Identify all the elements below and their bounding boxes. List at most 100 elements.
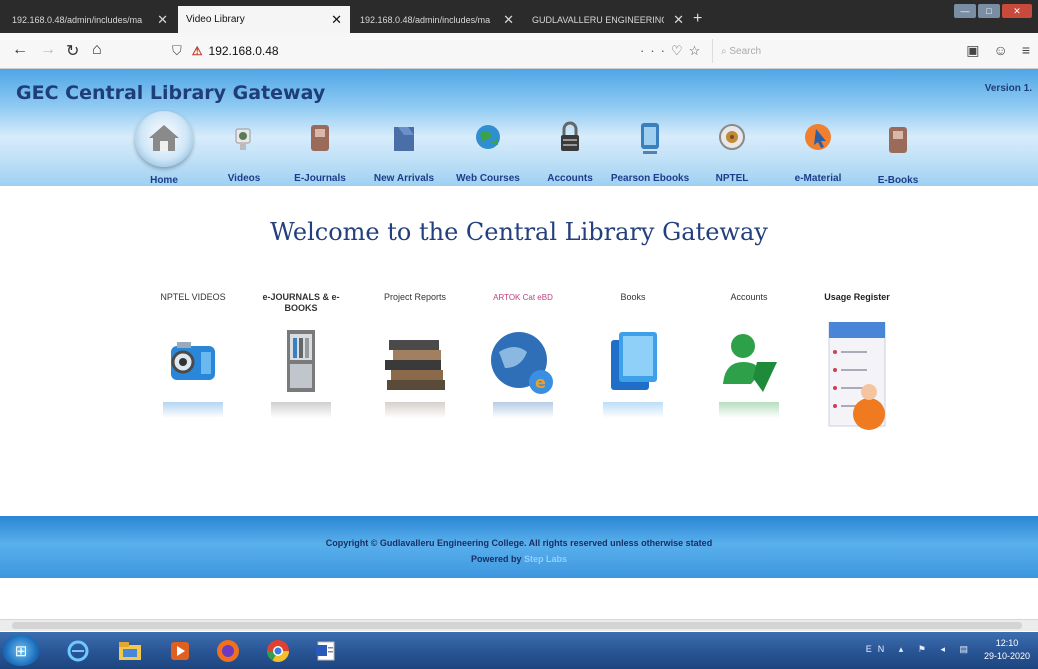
tile-accounts[interactable]: Accounts: [700, 292, 798, 418]
search-placeholder: Search: [729, 45, 762, 57]
tile-reflection: [385, 402, 445, 418]
internet-explorer-icon[interactable]: [58, 635, 98, 666]
nav-e-books[interactable]: E-Books: [858, 119, 938, 186]
library-icon[interactable]: ▣: [966, 42, 979, 59]
nav-nptel[interactable]: NPTEL: [692, 117, 772, 184]
page-footer: Copyright © Gudlavalleru Engineering Col…: [0, 516, 1038, 578]
menu-icon[interactable]: ≡: [1022, 42, 1030, 59]
svg-text:e: e: [535, 373, 546, 392]
system-clock[interactable]: 12:10 29-10-2020: [984, 637, 1030, 663]
tile-catalog[interactable]: ARTOK Cat eBD e: [474, 292, 572, 418]
tile-books[interactable]: Books: [584, 292, 682, 418]
tile-reflection: [603, 402, 663, 418]
register-icon: [821, 321, 893, 432]
tab-title: GUDLAVALLERU ENGINEERING C: [532, 14, 664, 25]
bookshelf-icon: [265, 322, 337, 400]
browser-tab-active[interactable]: Video Library ✕: [178, 6, 350, 33]
word-document-icon[interactable]: [306, 635, 346, 666]
tile-label: e-JOURNALS & e-BOOKS: [262, 292, 340, 313]
search-icon: ⌕: [721, 45, 730, 57]
tile-label: Accounts: [730, 292, 768, 302]
network-icon[interactable]: ▤: [959, 644, 974, 654]
action-center-icon[interactable]: ⚑: [918, 644, 932, 654]
forward-icon[interactable]: →: [40, 41, 56, 59]
system-tray: EN ▴ ⚑ ◂ ▤: [866, 644, 974, 655]
tile-usage-register[interactable]: Usage Register: [808, 292, 906, 432]
nav-web-courses[interactable]: Web Courses: [448, 117, 528, 184]
close-icon[interactable]: ✕: [673, 12, 684, 28]
tab-title: 192.168.0.48/admin/includes/ma: [12, 14, 143, 25]
shield-icon[interactable]: ⛉: [172, 43, 182, 59]
site-header: GEC Central Library Gateway Version 1. H…: [0, 69, 1038, 186]
nav-label: E-Books: [877, 175, 919, 186]
toolbar-icons: ▣ ☺ ≡: [966, 42, 1030, 59]
back-icon[interactable]: ←: [12, 41, 28, 59]
tile-nptel-videos[interactable]: NPTEL VIDEOS: [144, 292, 242, 418]
language-indicator[interactable]: EN: [866, 644, 891, 654]
tile-reflection: [163, 402, 223, 418]
media-player-icon[interactable]: [160, 635, 200, 666]
minimize-icon[interactable]: —: [954, 4, 976, 18]
nav-pearson-ebooks[interactable]: Pearson Ebooks: [610, 117, 690, 184]
tab-title: 192.168.0.48/admin/includes/ma: [360, 14, 491, 25]
nav-videos[interactable]: Videos: [204, 117, 284, 184]
start-button[interactable]: ⊞: [2, 635, 40, 666]
browser-tab[interactable]: 192.168.0.48/admin/includes/ma ✕: [4, 6, 176, 33]
close-icon[interactable]: ✕: [503, 12, 514, 28]
nav-ejournals[interactable]: E-Journals: [280, 117, 360, 184]
bookmark-star-icon[interactable]: ☆: [689, 43, 707, 58]
nptel-icon: [712, 117, 752, 159]
ebook-icon: [878, 119, 918, 161]
search-input[interactable]: ⌕ Search: [712, 39, 952, 63]
home-icon: [135, 111, 193, 167]
powered-by-prefix: Powered by: [470, 554, 522, 564]
nav-e-material[interactable]: e-Material: [778, 117, 858, 184]
video-camera-icon: [157, 322, 229, 400]
clock-time: 12:10: [995, 638, 1019, 648]
address-bar[interactable]: ⛉ ⚠ 192.168.0.48: [160, 39, 700, 63]
tile-project-reports[interactable]: Project Reports: [366, 292, 464, 418]
file-explorer-icon[interactable]: [110, 635, 150, 666]
insecure-lock-icon[interactable]: ⚠: [192, 44, 203, 58]
tile-reflection: [493, 402, 553, 418]
tile-ejournals-ebooks[interactable]: e-JOURNALS & e-BOOKS: [252, 292, 350, 418]
browser-nav-bar: ← → ↻ ⌂ ⛉ ⚠ 192.168.0.48 ···♡☆ ⌕ Search …: [0, 33, 1038, 69]
user-icon: [713, 322, 785, 400]
close-window-icon[interactable]: ✕: [1002, 4, 1032, 18]
tile-label: Project Reports: [383, 292, 447, 302]
page-actions: ···♡☆: [640, 43, 706, 59]
nav-label: New Arrivals: [373, 173, 435, 184]
version-label: Version 1.: [984, 83, 1032, 94]
tablet-icon: [630, 117, 670, 159]
chrome-icon[interactable]: [258, 635, 298, 666]
scrollbar-thumb[interactable]: [12, 622, 1022, 629]
url-text[interactable]: 192.168.0.48: [209, 44, 279, 58]
nav-label: Videos: [227, 173, 261, 184]
reload-icon[interactable]: ↻: [66, 41, 79, 61]
tab-title: Video Library: [186, 14, 245, 25]
pocket-icon[interactable]: ♡: [671, 43, 689, 58]
site-title: GEC Central Library Gateway: [16, 82, 326, 104]
maximize-icon[interactable]: □: [978, 4, 1000, 18]
new-arrivals-icon: [384, 117, 424, 159]
horizontal-scrollbar[interactable]: [0, 619, 1038, 631]
close-icon[interactable]: ✕: [157, 12, 168, 28]
account-icon[interactable]: ☺: [994, 42, 1008, 59]
tray-expand-icon[interactable]: ▴: [899, 644, 910, 654]
close-icon[interactable]: ✕: [331, 12, 342, 28]
volume-icon[interactable]: ◂: [940, 644, 951, 654]
home-icon[interactable]: ⌂: [92, 41, 102, 59]
nav-home[interactable]: Home: [124, 111, 204, 186]
powered-by-brand[interactable]: Step Labs: [524, 554, 567, 564]
more-icon[interactable]: ···: [640, 43, 671, 58]
nav-label: Pearson Ebooks: [610, 173, 690, 184]
tile-reflection: [719, 402, 779, 418]
nav-new-arrivals[interactable]: New Arrivals: [364, 117, 444, 184]
nav-accounts[interactable]: Accounts: [530, 117, 610, 184]
new-tab-icon[interactable]: +: [693, 10, 702, 28]
browser-tab[interactable]: 192.168.0.48/admin/includes/ma ✕: [352, 6, 522, 33]
browser-tab[interactable]: GUDLAVALLERU ENGINEERING C ✕: [524, 6, 692, 33]
books-stack-icon: [379, 322, 451, 400]
nav-label: NPTEL: [715, 173, 749, 184]
firefox-icon[interactable]: [208, 635, 248, 666]
